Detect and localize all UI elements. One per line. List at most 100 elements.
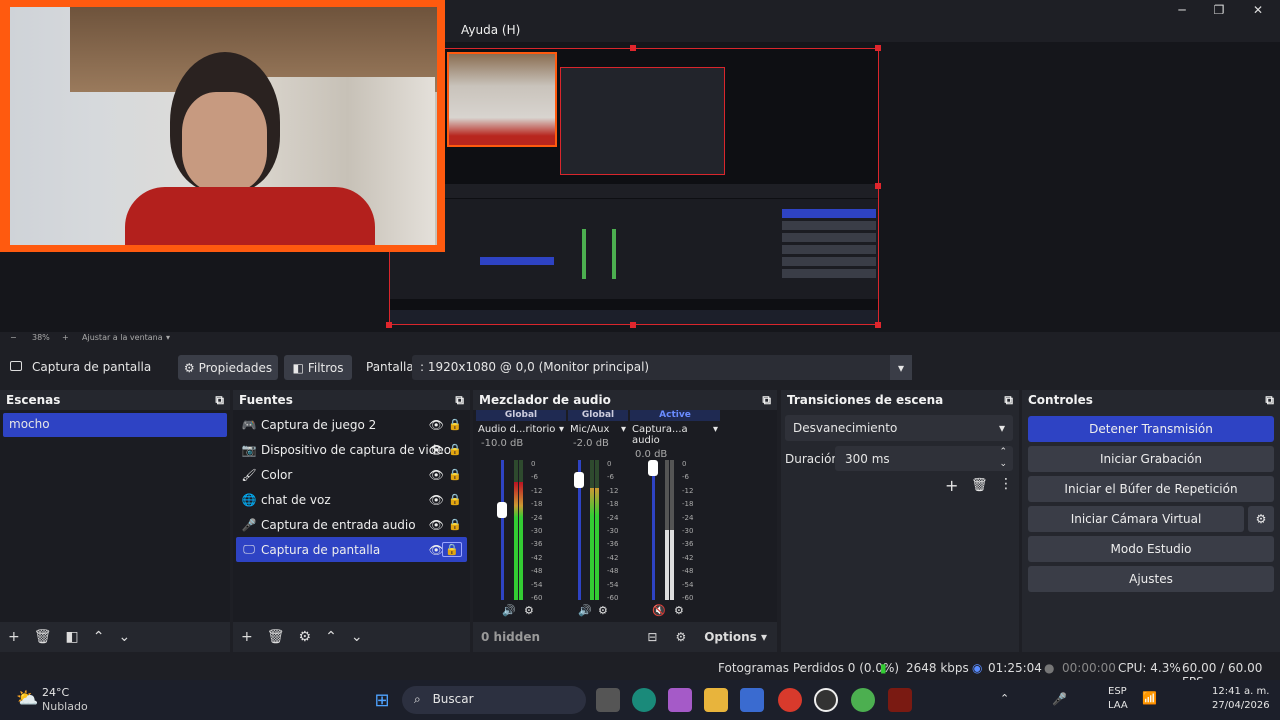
options-button[interactable]: Options ▾ [704,630,767,644]
start-recording-button[interactable]: Iniciar Grabación [1028,446,1274,472]
chrome-icon[interactable] [778,688,802,712]
lock-icon[interactable]: 🔒 [448,418,462,431]
stop-streaming-button[interactable]: Detener Transmisión [1028,416,1274,442]
chevron-up-icon[interactable]: ⌃ [1000,692,1009,705]
eye-icon[interactable]: 👁 [429,443,444,457]
store-icon[interactable] [740,688,764,712]
properties-button[interactable]: ⚙ Propiedades [178,355,278,380]
mic-icon[interactable]: 🎤 [1052,692,1067,706]
resize-handle[interactable] [630,45,636,51]
gear-icon[interactable]: ⚙ [1248,506,1274,532]
search-box[interactable]: ⌕ Buscar [402,686,586,714]
chevron-down-icon[interactable]: ▾ [166,333,170,342]
game-icon[interactable] [888,688,912,712]
source-item[interactable]: 🎮 Captura de juego 2 👁 🔒 [233,412,470,437]
virtual-camera-button[interactable]: Iniciar Cámara Virtual [1028,506,1244,532]
windows-start-icon[interactable]: ⊞ [370,688,394,712]
source-item[interactable]: 🖌 Color 👁 🔒 [233,462,470,487]
move-up-icon[interactable]: ⌃ [325,629,337,645]
folder-icon[interactable] [704,688,728,712]
copilot-icon[interactable] [668,688,692,712]
gear-icon[interactable]: ⚙ [675,630,686,644]
add-icon[interactable]: + [8,629,20,645]
undock-icon[interactable]: ⧉ [215,393,224,408]
trash-icon[interactable]: 🗑 [34,629,52,645]
muted-speaker-icon[interactable]: 🔇 [652,604,666,617]
close-button[interactable]: ✕ [1240,0,1276,20]
source-item[interactable]: 📷 Dispositivo de captura de video 👁 🔒 [233,437,470,462]
zoom-out-button[interactable]: − [10,333,17,342]
display-select[interactable]: : 1920x1080 @ 0,0 (Monitor principal) ▾ [412,355,912,380]
source-item[interactable]: 🌐 chat de voz 👁 🔒 [233,487,470,512]
resize-handle[interactable] [875,183,881,189]
preview-canvas[interactable] [389,48,879,325]
clock-time[interactable]: 12:41 a. m. [1212,686,1269,697]
undock-icon[interactable]: ⧉ [762,393,771,408]
settings-icon[interactable]: ⚙ [674,604,684,617]
settings-icon[interactable]: ⚙ [598,604,608,617]
move-up-icon[interactable]: ⌃ [93,629,105,645]
speaker-icon[interactable]: 🔊 [578,604,592,617]
undock-icon[interactable]: ⧉ [455,393,464,408]
move-down-icon[interactable]: ⌄ [351,629,363,645]
lock-icon[interactable]: 🔒 [448,443,462,456]
minimize-button[interactable]: ─ [1164,0,1200,20]
volume-slider-thumb[interactable] [574,472,584,488]
source-item[interactable]: 🎤 Captura de entrada audio 👁 🔒 [233,512,470,537]
undock-icon[interactable]: ⧉ [1004,393,1013,408]
obs-icon[interactable] [814,688,838,712]
resize-handle[interactable] [386,322,392,328]
resize-handle[interactable] [875,322,881,328]
chevron-down-icon[interactable]: ▾ [713,424,718,446]
settings-icon[interactable]: ⚙ [524,604,534,617]
gear-icon[interactable]: ⚙ [299,629,312,645]
undock-icon[interactable]: ⧉ [1265,393,1274,408]
chevron-down-icon[interactable]: ▾ [999,421,1005,435]
lang-primary[interactable]: ESP [1108,686,1127,697]
eye-icon[interactable]: 👁 [429,418,444,432]
move-down-icon[interactable]: ⌄ [118,629,130,645]
resize-handle[interactable] [630,322,636,328]
wifi-icon[interactable]: 📶 [1142,691,1157,705]
studio-mode-button[interactable]: Modo Estudio [1028,536,1274,562]
chevron-down-icon[interactable]: ▾ [890,355,912,380]
task-view-icon[interactable] [596,688,620,712]
chevron-down-icon[interactable]: ▾ [621,424,626,435]
add-icon[interactable]: + [241,629,253,645]
eye-icon[interactable]: 👁 [429,468,444,482]
eye-icon[interactable]: 👁 [429,518,444,532]
maximize-button[interactable]: ❐ [1201,0,1237,20]
transition-select[interactable]: Desvanecimiento ▾ [785,415,1013,441]
chevron-down-icon[interactable]: ▾ [559,424,564,435]
clock-date[interactable]: 27/04/2026 [1212,700,1270,711]
lock-icon[interactable]: 🔒 [448,518,462,531]
filter-icon[interactable]: ◧ [66,629,79,645]
menu-item-help[interactable]: Ayuda (H) [461,23,520,37]
weather-icon[interactable]: ⛅ [16,688,38,709]
volume-slider-thumb[interactable] [497,502,507,518]
fit-window-button[interactable]: Ajustar a la ventana [82,333,163,342]
replay-buffer-button[interactable]: Iniciar el Búfer de Repetición [1028,476,1274,502]
lang-secondary[interactable]: LAA [1108,700,1128,711]
trash-icon[interactable]: 🗑 [971,478,988,493]
add-icon[interactable]: + [945,476,958,495]
source-item-selected[interactable]: 🖵 Captura de pantalla 👁 🔒 [236,537,467,562]
chrome-profile-icon[interactable] [851,688,875,712]
volume-slider[interactable] [501,460,504,600]
lock-icon[interactable]: 🔒 [448,468,462,481]
lock-icon[interactable]: 🔒 [442,542,462,557]
resize-handle[interactable] [875,45,881,51]
stepper-icon[interactable]: ⌃ ⌄ [999,446,1007,470]
speaker-icon[interactable]: 🔊 [502,604,516,617]
more-icon[interactable]: ⋮ [999,476,1013,492]
layout-icon[interactable]: ⊟ [647,630,657,644]
settings-button[interactable]: Ajustes [1028,566,1274,592]
eye-icon[interactable]: 👁 [429,493,444,507]
filters-button[interactable]: ◧ Filtros [284,355,352,380]
edge-icon[interactable] [632,688,656,712]
scene-item[interactable]: mocho [3,413,227,437]
volume-slider[interactable] [652,460,655,600]
trash-icon[interactable]: 🗑 [267,629,285,645]
duration-input[interactable]: 300 ms ⌃ ⌄ [835,446,1013,471]
lock-icon[interactable]: 🔒 [448,493,462,506]
